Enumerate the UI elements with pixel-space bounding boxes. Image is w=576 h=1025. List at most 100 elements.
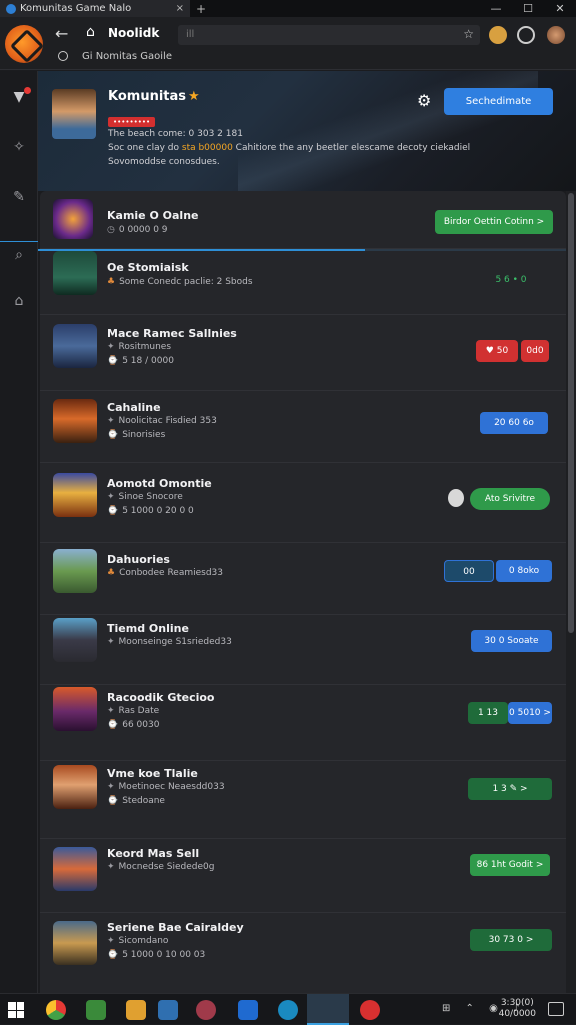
bookmark-star-icon[interactable]: ☆ xyxy=(463,27,474,41)
list-item[interactable]: Oe Stomiaisk ♣ Some Conedc paclie: 2 Sbod… xyxy=(40,251,566,315)
minimize-button[interactable]: — xyxy=(480,0,512,17)
game-stats-button[interactable]: 1 13 xyxy=(468,702,508,724)
notification-center-icon[interactable] xyxy=(548,1002,564,1016)
secondary-button[interactable]: 0d0 xyxy=(521,340,549,362)
game-title: Seriene Bae Cairaldey xyxy=(107,921,244,934)
browser-tab[interactable]: Komunitas Game Nalo × xyxy=(0,0,190,17)
game-sub: ⌚ 5 1000 0 20 0 0 xyxy=(107,506,194,516)
maximize-button[interactable]: ☐ xyxy=(512,0,544,17)
game-action-button[interactable]: 1 3 ✎ > xyxy=(468,778,552,800)
game-secondary-button[interactable]: 00 xyxy=(444,560,494,582)
hero-line-2-highlight: sta b00000 xyxy=(181,143,233,153)
game-thumbnail xyxy=(53,251,97,295)
game-title: Dahuories xyxy=(107,553,170,566)
info-icon: ⌚ xyxy=(107,950,119,960)
game-thumbnail xyxy=(53,687,97,731)
hero-line-2a: Soc one clay do xyxy=(108,143,182,153)
nav-subtitle: Gi Nomitas Gaoile xyxy=(58,51,172,62)
chrome-icon[interactable] xyxy=(46,1000,66,1020)
home-outline-icon[interactable]: ⌂ xyxy=(10,293,28,311)
list-item[interactable]: Mace Ramec Sallnies ✦ Rositmunes ⌚ 5 18 / … xyxy=(40,315,566,391)
list-item[interactable]: Keord Mas Sell ✦ Mocnedse Siedede0g 86 1h… xyxy=(40,839,566,913)
store-icon[interactable] xyxy=(238,1000,258,1020)
featured-title: Kamie O Oalne xyxy=(107,209,199,222)
person-icon: ✦ xyxy=(107,416,115,426)
left-sidebar: ▼ ✧ ✎ ⌕ ⌂ xyxy=(0,71,38,993)
tab-close-icon[interactable]: × xyxy=(176,3,184,14)
app-green-icon[interactable] xyxy=(86,1000,106,1020)
controller-icon[interactable]: ✧ xyxy=(10,139,28,157)
game-sub-text: Ras Date xyxy=(118,706,160,716)
game-sub: ✦ Noolicitac Fisdied 353 xyxy=(107,416,217,426)
scrollbar[interactable] xyxy=(566,191,576,993)
community-name: Komunitas ★ xyxy=(108,89,200,104)
game-action-button[interactable]: 30 0 Sooate xyxy=(471,630,552,652)
featured-button[interactable]: Birdor Oettin Cotinn > xyxy=(435,210,553,234)
game-sub-text: Sicomdano xyxy=(118,936,169,946)
person-icon: ✦ xyxy=(107,342,115,352)
game-stats[interactable]: 5 6 • 0 xyxy=(466,269,556,291)
extension-icon[interactable] xyxy=(489,26,507,44)
game-sub: ✦ Moetinoec Neaesdd033 xyxy=(107,782,225,792)
list-item[interactable]: Tiemd Online ✦ Moonseinge S1srieded33 30 … xyxy=(40,615,566,685)
game-title: Racoodik Gtecioo xyxy=(107,691,215,704)
folder-icon[interactable] xyxy=(126,1000,146,1020)
game-sub: ⌚ Stedoane xyxy=(107,796,165,806)
game-title: Vme koe Tlalie xyxy=(107,767,198,780)
game-action-button[interactable]: 20 60 6o xyxy=(480,412,548,434)
search-icon[interactable]: ⌕ xyxy=(10,247,28,265)
clock[interactable]: 3:30(0) 40/0000 xyxy=(499,998,536,1020)
game-sub-text: 5 1000 0 10 00 03 xyxy=(122,950,206,960)
red-app-icon[interactable] xyxy=(360,1000,380,1020)
game-action-button[interactable]: 0 5010 > xyxy=(508,702,552,724)
nav-subtitle-text: Gi Nomitas Gaoile xyxy=(82,51,172,62)
list-item[interactable]: Seriene Bae Cairaldey ✦ Sicomdano ⌚ 5 1000… xyxy=(40,913,566,993)
list-item[interactable]: Racoodik Gtecioo ✦ Ras Date ⌚ 66 0030 1 13… xyxy=(40,685,566,761)
game-action-button[interactable]: Ato Srivitre xyxy=(470,488,550,510)
user-avatar[interactable] xyxy=(547,26,565,44)
game-sub-text: Stedoane xyxy=(122,796,165,806)
window-close-button[interactable]: ✕ xyxy=(544,0,576,17)
circle-icon xyxy=(58,51,68,61)
game-sub: ♣ Some Conedc paclie: 2 Sbods xyxy=(107,277,253,287)
windows-start-icon[interactable] xyxy=(8,1002,24,1018)
settings-ring-icon[interactable] xyxy=(517,26,535,44)
gear-icon[interactable]: ⚙ xyxy=(417,91,431,110)
app-logo[interactable] xyxy=(5,25,43,63)
hero-line-3: Sovomoddse conosdues. xyxy=(108,157,220,167)
home-icon[interactable]: ⌂ xyxy=(86,24,95,40)
nav-title: Noolidk xyxy=(108,26,160,40)
featured-thumbnail xyxy=(53,199,93,239)
active-app-icon[interactable] xyxy=(307,994,349,1025)
back-arrow-icon[interactable]: ← xyxy=(55,24,68,43)
game-sub-text: 5 18 / 0000 xyxy=(122,356,174,366)
app-navbar: ← ⌂ Noolidk ill ☆ Gi Nomitas Gaoile xyxy=(0,17,576,70)
game-sub: ⌚ 5 1000 0 10 00 03 xyxy=(107,950,205,960)
game-sub-text: Mocnedse Siedede0g xyxy=(118,862,215,872)
person-icon: ✦ xyxy=(107,492,115,502)
edge-icon[interactable] xyxy=(278,1000,298,1020)
files-icon[interactable] xyxy=(158,1000,178,1020)
game-action-button[interactable]: 0 8oko xyxy=(496,560,552,582)
pen-icon[interactable]: ✎ xyxy=(10,189,28,207)
scrollbar-thumb[interactable] xyxy=(568,193,574,633)
community-action-button[interactable]: Sechedimate xyxy=(444,88,553,115)
info-icon: ⌚ xyxy=(107,796,119,806)
new-tab-button[interactable]: + xyxy=(196,2,206,16)
notification-bell-icon[interactable]: ▼ xyxy=(10,87,31,107)
game-app-icon[interactable] xyxy=(196,1000,216,1020)
game-sub-text: Conbodee Reamiesd33 xyxy=(119,568,223,578)
list-item[interactable]: Dahuories ♣ Conbodee Reamiesd33 00 0 8oko xyxy=(40,543,566,615)
list-item[interactable]: Aomotd Omontie ✦ Sinoe Snocore ⌚ 5 1000 0 … xyxy=(40,463,566,543)
address-bar[interactable]: ill ☆ xyxy=(178,25,480,45)
featured-row[interactable]: Kamie O Oalne ◷ 0 0000 0 9 Birdor Oettin … xyxy=(40,191,566,249)
list-item[interactable]: Cahaline ✦ Noolicitac Fisdied 353 ⌚ Sinori… xyxy=(40,391,566,463)
game-action-button[interactable]: 30 73 0 > xyxy=(470,929,552,951)
game-action-button[interactable]: 86 1ht Godit > xyxy=(470,854,550,876)
address-text: ill xyxy=(186,29,195,40)
game-sub-text: Rositmunes xyxy=(118,342,172,352)
game-thumbnail xyxy=(53,765,97,809)
list-item[interactable]: Vme koe Tlalie ✦ Moetinoec Neaesdd033 ⌚ St… xyxy=(40,761,566,839)
like-button[interactable]: ♥ 50 xyxy=(476,340,518,362)
hero-line-2: Soc one clay do sta b00000 Cahitiore the… xyxy=(108,143,470,153)
